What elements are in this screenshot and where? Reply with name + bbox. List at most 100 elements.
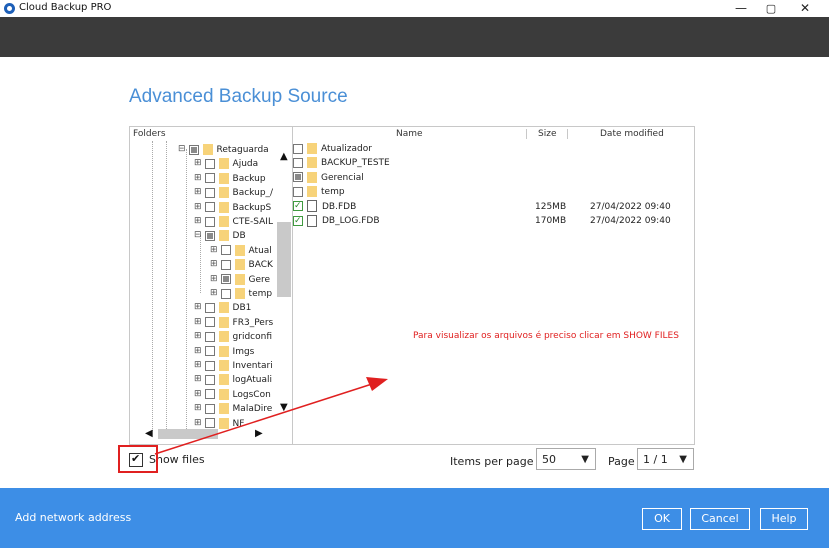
collapse-icon[interactable]: ⊟ [178, 145, 186, 154]
tree-item-label: gridconfi [232, 332, 273, 343]
tree-item[interactable]: ⊞ logAtuali [194, 373, 272, 387]
tree-item[interactable]: ⊞ temp [210, 287, 272, 301]
tree-item-checkbox[interactable] [204, 302, 215, 313]
tree-item-checkbox[interactable] [204, 403, 215, 414]
page-select[interactable]: 1 / 1 ▼ [637, 448, 694, 470]
file-checkbox[interactable] [293, 186, 303, 197]
ok-button[interactable]: OK [642, 508, 682, 530]
tree-item-checkbox[interactable] [204, 331, 215, 342]
tree-item[interactable]: ⊞ CTE-SAIL [194, 215, 273, 229]
tree-item[interactable]: ⊞ DB1 [194, 301, 251, 315]
expand-icon[interactable]: ⊞ [194, 217, 202, 226]
window-title: Cloud Backup PRO [19, 2, 112, 13]
name-column-header[interactable]: Name [396, 127, 423, 141]
expand-icon[interactable]: ⊞ [194, 418, 202, 427]
expand-icon[interactable]: ⊞ [210, 274, 218, 283]
tree-item-label: logAtuali [232, 375, 273, 386]
expand-icon[interactable]: ⊞ [194, 173, 202, 182]
tree-item-checkbox[interactable] [204, 346, 215, 357]
file-list-row[interactable]: temp [293, 185, 693, 199]
expand-icon[interactable]: ⊞ [210, 245, 218, 254]
tree-item-checkbox[interactable] [204, 202, 215, 213]
tree-horizontal-scroll-thumb[interactable] [158, 429, 218, 439]
tree-item-checkbox[interactable] [220, 259, 231, 270]
collapse-icon[interactable]: ⊟ [194, 231, 202, 240]
tree-item[interactable]: ⊞ Imgs [194, 345, 254, 359]
tree-item[interactable]: ⊞ Backup [194, 172, 266, 186]
tree-item[interactable]: ⊞ gridconfi [194, 330, 272, 344]
tree-item[interactable]: ⊞ MalaDire [194, 402, 272, 416]
file-checkbox[interactable] [293, 172, 303, 183]
scroll-right-icon[interactable]: ▶ [255, 428, 263, 439]
tree-item-label: Imgs [232, 346, 255, 357]
expand-icon[interactable]: ⊞ [210, 260, 218, 269]
expand-icon[interactable]: ⊞ [194, 375, 202, 384]
date-column-header[interactable]: Date modified [600, 127, 664, 141]
expand-icon[interactable]: ⊞ [194, 361, 202, 370]
tree-item[interactable]: ⊞ Backup_/ [194, 186, 273, 200]
file-name: DB_LOG.FDB [322, 216, 380, 226]
tree-item-checkbox[interactable] [204, 360, 215, 371]
close-button[interactable]: ✕ [790, 0, 820, 17]
add-network-address-link[interactable]: Add network address [15, 511, 131, 524]
tree-item-checkbox[interactable] [220, 288, 231, 299]
file-list-row[interactable]: Gerencial [293, 171, 693, 185]
highlight-box [118, 445, 158, 473]
help-button[interactable]: Help [760, 508, 808, 530]
scroll-left-icon[interactable]: ◀ [145, 428, 153, 439]
expand-icon[interactable]: ⊞ [194, 404, 202, 413]
expand-icon[interactable]: ⊞ [194, 188, 202, 197]
expand-icon[interactable]: ⊞ [194, 389, 202, 398]
expand-icon[interactable]: ⊞ [210, 289, 218, 298]
tree-item-checkbox[interactable] [188, 144, 199, 155]
expand-icon[interactable]: ⊞ [194, 317, 202, 326]
folder-icon [218, 187, 229, 199]
file-list-row[interactable]: DB.FDB 125MB 27/04/2022 09:40 [293, 199, 693, 214]
file-list-row[interactable]: Atualizador [293, 142, 693, 156]
file-list-row[interactable]: BACKUP_TESTE [293, 156, 693, 170]
tree-item-label: BACK [248, 260, 273, 271]
tree-item[interactable]: ⊞ Ajuda [194, 157, 258, 171]
minimize-button[interactable]: — [726, 0, 756, 17]
file-list-row[interactable]: DB_LOG.FDB 170MB 27/04/2022 09:40 [293, 214, 693, 228]
tree-item-checkbox[interactable] [204, 173, 215, 184]
tree-item-checkbox[interactable] [204, 389, 215, 400]
tree-item[interactable]: ⊞ Gere [210, 273, 270, 287]
tree-item[interactable]: ⊟ Retaguarda [178, 143, 269, 157]
file-checkbox[interactable] [293, 157, 303, 168]
scroll-up-icon[interactable]: ▲ [280, 151, 288, 162]
tree-item-checkbox[interactable] [204, 418, 215, 429]
tree-item-checkbox[interactable] [220, 274, 231, 285]
scroll-down-icon[interactable]: ▼ [280, 402, 288, 413]
expand-icon[interactable]: ⊞ [194, 303, 202, 312]
tree-item[interactable]: ⊞ LogsCon [194, 388, 271, 402]
tree-item[interactable]: ⊞ BACK [210, 258, 273, 272]
tree-item-label: temp [248, 289, 273, 299]
items-per-page-select[interactable]: 50 ▼ [536, 448, 596, 470]
file-checkbox[interactable] [293, 199, 303, 213]
tree-vertical-scroll-thumb[interactable] [277, 222, 291, 297]
tree-item-checkbox[interactable] [204, 158, 215, 169]
tree-item-checkbox[interactable] [204, 317, 215, 328]
tree-item[interactable]: ⊞ FR3_Pers [194, 316, 273, 330]
tree-item-checkbox[interactable] [204, 187, 215, 198]
tree-item[interactable]: ⊞ Inventari [194, 359, 273, 373]
expand-icon[interactable]: ⊞ [194, 332, 202, 341]
tree-item-checkbox[interactable] [220, 245, 231, 256]
top-banner [0, 17, 829, 57]
maximize-button[interactable]: ▢ [756, 0, 786, 17]
tree-item[interactable]: ⊞ Atual [210, 244, 272, 258]
size-column-header[interactable]: Size [538, 127, 556, 141]
file-checkbox[interactable] [293, 214, 303, 228]
tree-item-label: DB [232, 231, 246, 242]
tree-item[interactable]: ⊟ DB [194, 229, 246, 243]
expand-icon[interactable]: ⊞ [194, 346, 202, 355]
tree-item[interactable]: ⊞ BackupS [194, 201, 271, 215]
expand-icon[interactable]: ⊞ [194, 202, 202, 211]
cancel-button[interactable]: Cancel [690, 508, 750, 530]
tree-item-checkbox[interactable] [204, 216, 215, 227]
tree-item-checkbox[interactable] [204, 374, 215, 385]
expand-icon[interactable]: ⊞ [194, 159, 202, 168]
tree-item-checkbox[interactable] [204, 230, 215, 241]
file-checkbox[interactable] [293, 143, 303, 154]
